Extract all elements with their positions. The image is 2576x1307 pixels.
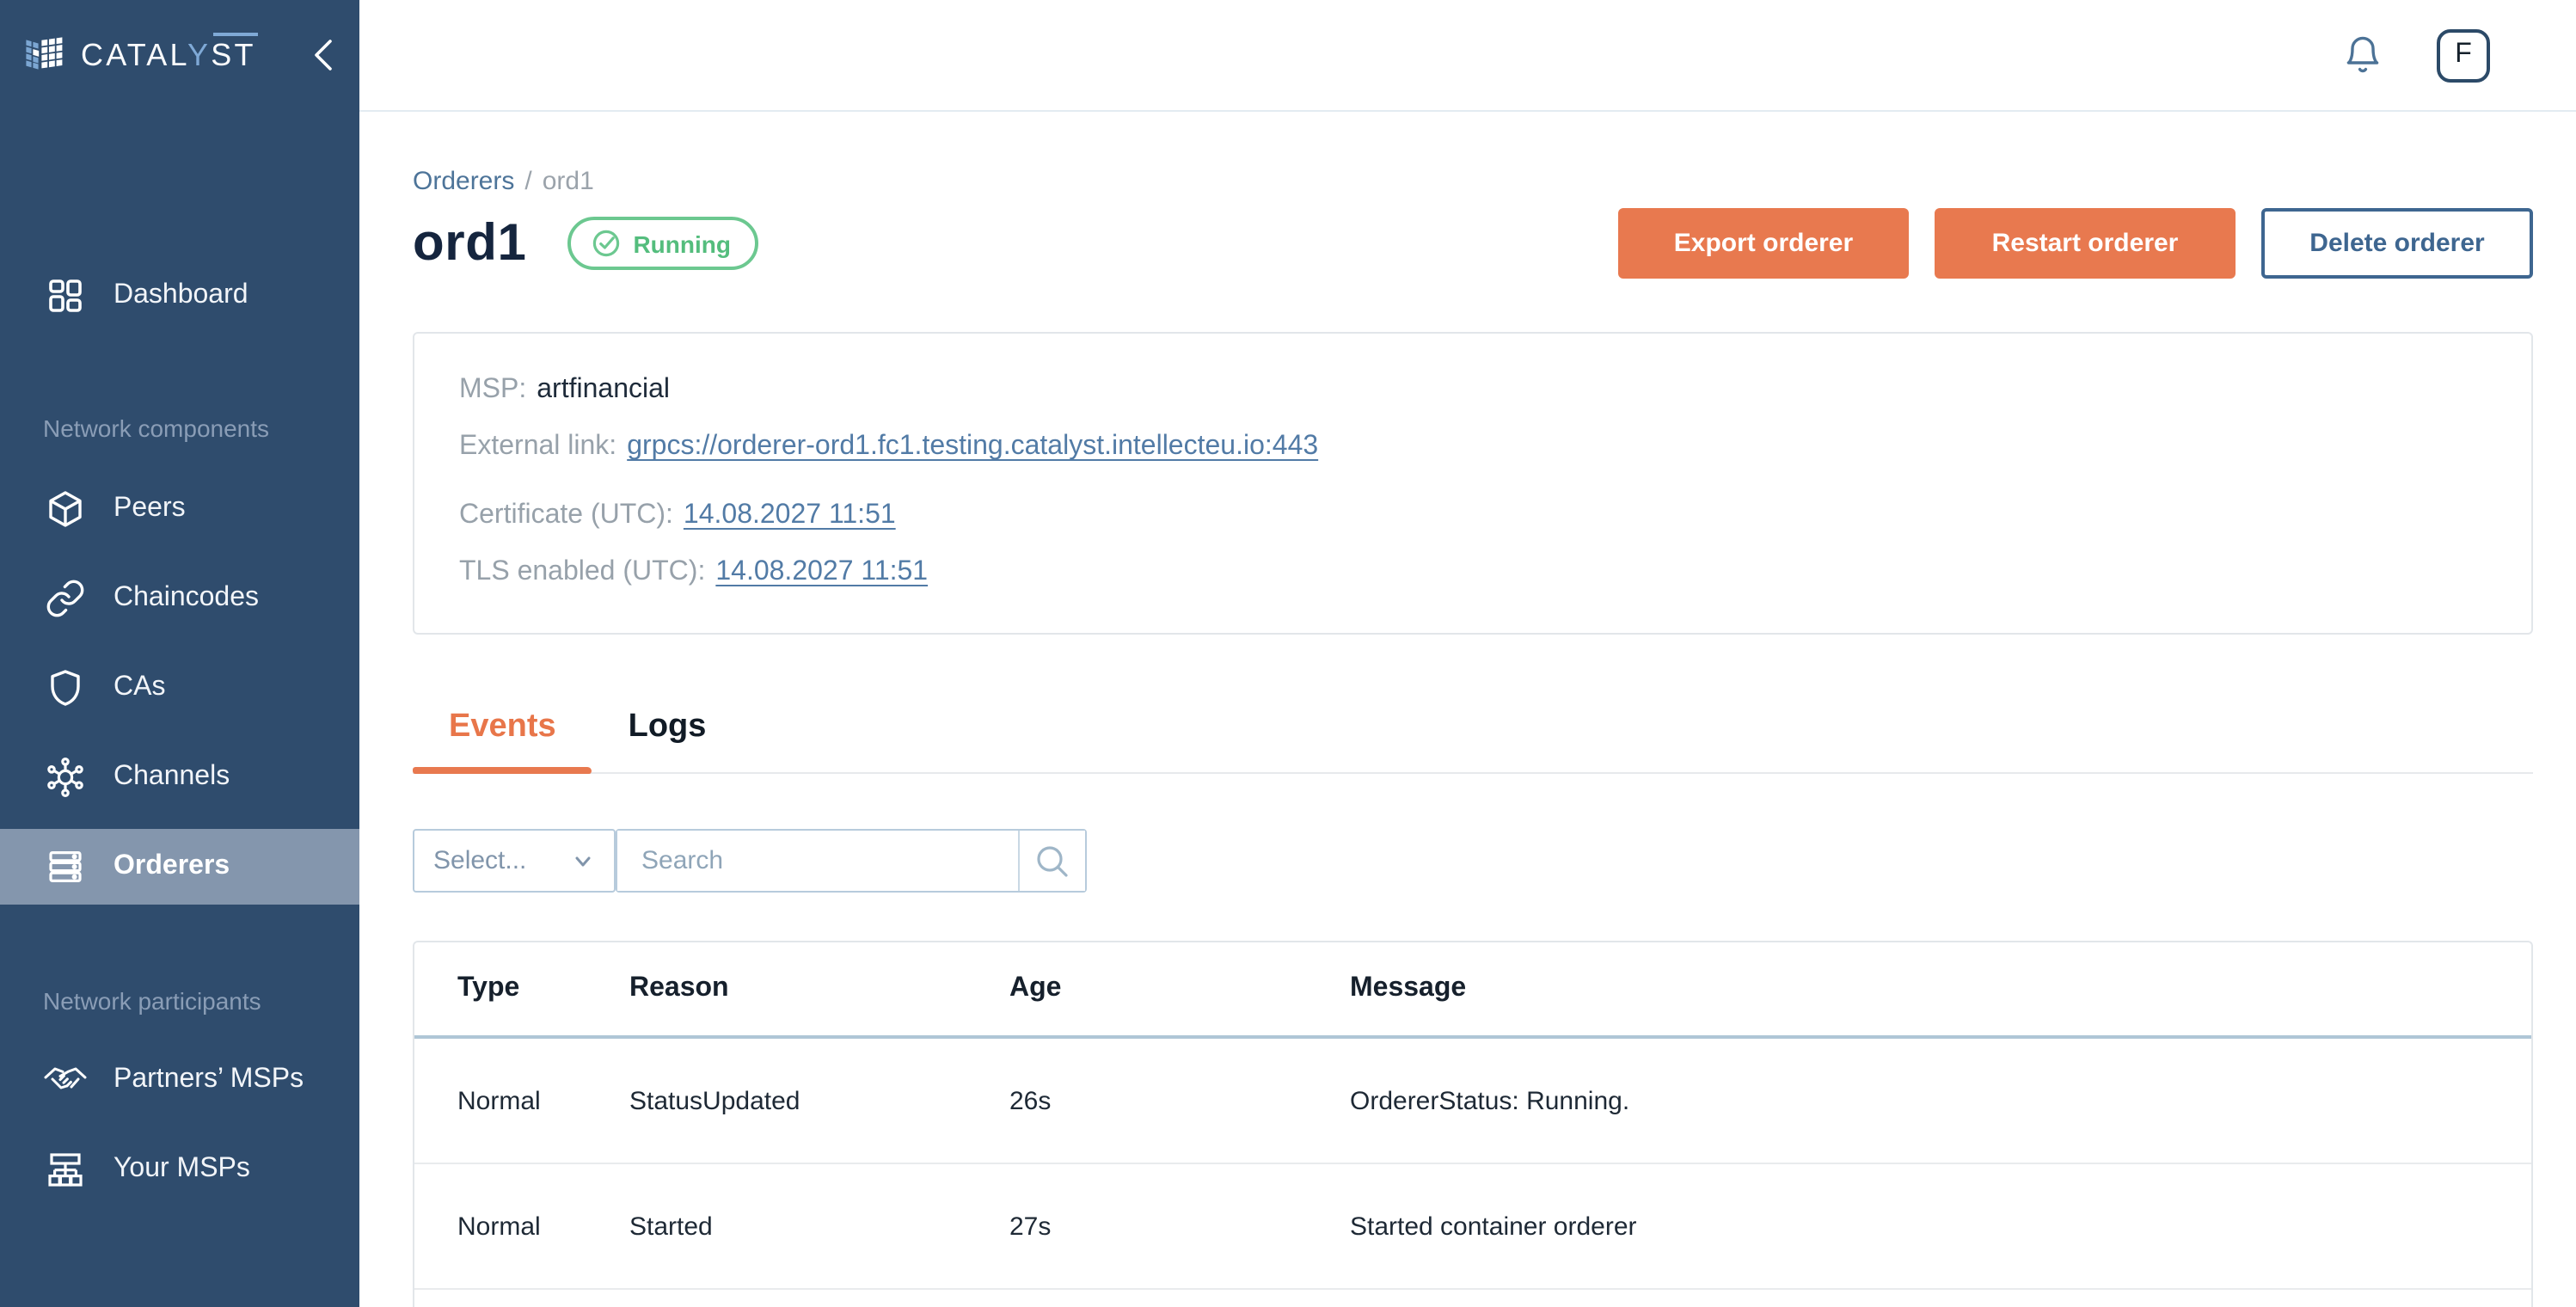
action-buttons: Export orderer Restart orderer Delete or…: [1618, 208, 2533, 279]
content: Orderers / ord1 ord1 Running Export orde…: [359, 112, 2576, 1307]
sidebar-section-network-participants: Network participants: [43, 987, 261, 1015]
breadcrumb-current: ord1: [542, 167, 594, 196]
sidebar-item-your-msps[interactable]: Your MSPs: [0, 1132, 359, 1207]
avatar-initial: F: [2455, 40, 2472, 69]
msp-row: MSP: artfinancial: [459, 375, 2487, 406]
cube-icon: [43, 487, 88, 531]
search-icon: [1037, 845, 1068, 876]
search-input[interactable]: [617, 831, 1018, 891]
msp-value: artfinancial: [537, 375, 670, 404]
sidebar-item-label: Your MSPs: [113, 1154, 250, 1183]
sidebar-item-label: Peers: [113, 494, 186, 523]
search-box: [616, 829, 1087, 893]
cell-reason: Started: [629, 1212, 713, 1241]
sidebar-item-orderers[interactable]: Orderers: [0, 829, 359, 905]
select-placeholder: Select...: [433, 846, 527, 875]
app-root: CATALYST Dashboard Network components Pe…: [0, 0, 2576, 1307]
breadcrumb: Orderers / ord1: [413, 167, 2533, 196]
sidebar-item-label: Chaincodes: [113, 583, 259, 612]
certificate-row: Certificate (UTC): 14.08.2027 11:51: [459, 500, 2487, 531]
topbar: F: [359, 0, 2576, 112]
cell-age: 27s: [1009, 1212, 1052, 1241]
filter-row: Select...: [413, 829, 2533, 893]
chain-link-icon: [43, 576, 88, 621]
table-row: Normal StatusUpdated 26s OrdererStatus: …: [414, 1039, 2531, 1164]
shield-icon: [43, 666, 88, 710]
event-type-select[interactable]: Select...: [413, 829, 616, 893]
chevron-left-icon: [315, 40, 332, 71]
main-area: F Orderers / ord1 ord1 Running Export or…: [359, 0, 2576, 1307]
catalyst-cube-icon: [26, 36, 63, 69]
sidebar-item-partners-msps[interactable]: Partners’ MSPs: [0, 1042, 359, 1118]
sidebar-item-peers[interactable]: Peers: [0, 471, 359, 547]
external-link-row: External link: grpcs://orderer-ord1.fc1.t…: [459, 432, 2487, 463]
cell-age: 26s: [1009, 1086, 1052, 1115]
tabs: Events Logs: [413, 709, 2533, 774]
tab-logs[interactable]: Logs: [592, 709, 743, 772]
breadcrumb-separator: /: [524, 167, 532, 196]
export-orderer-button[interactable]: Export orderer: [1618, 208, 1909, 279]
hierarchy-icon: [43, 1147, 88, 1192]
sidebar-item-label: Partners’ MSPs: [113, 1065, 304, 1094]
column-header-message: Message: [1350, 973, 1467, 1003]
tab-events[interactable]: Events: [413, 709, 593, 774]
events-table: Type Reason Age Message Normal StatusUpd…: [413, 941, 2533, 1307]
status-badge: Running: [567, 217, 758, 270]
column-header-reason: Reason: [629, 973, 729, 1003]
sidebar-item-label: Orderers: [113, 851, 230, 881]
sidebar-item-cas[interactable]: CAs: [0, 650, 359, 726]
table-row: [414, 1290, 2531, 1307]
bell-icon: [2346, 36, 2379, 73]
network-hub-icon: [43, 755, 88, 800]
cell-message: OrdererStatus: Running.: [1350, 1086, 1630, 1115]
cell-type: Normal: [457, 1212, 541, 1241]
sidebar-item-label: CAs: [113, 672, 166, 702]
check-circle-icon: [593, 230, 620, 257]
tls-date-link[interactable]: 14.08.2027 11:51: [715, 557, 928, 586]
handshake-icon: [43, 1058, 88, 1102]
title-row: ord1 Running Export orderer Restart orde…: [413, 208, 2533, 279]
cell-message: Started container orderer: [1350, 1212, 1637, 1241]
search-button[interactable]: [1018, 831, 1085, 891]
sidebar-item-label: Dashboard: [113, 280, 248, 310]
notifications-button[interactable]: [2342, 34, 2383, 76]
certificate-date-link[interactable]: 14.08.2027 11:51: [684, 500, 896, 530]
external-link-label: External link:: [459, 432, 617, 461]
dashboard-icon: [43, 273, 88, 318]
sidebar-item-label: Channels: [113, 762, 230, 791]
msp-label: MSP:: [459, 375, 527, 404]
user-avatar[interactable]: F: [2437, 28, 2490, 82]
breadcrumb-orderers-link[interactable]: Orderers: [413, 167, 514, 196]
orderer-info-card: MSP: artfinancial External link: grpcs://o…: [413, 332, 2533, 635]
logo-text: CATALYST: [81, 38, 256, 72]
column-header-type: Type: [457, 973, 520, 1003]
cell-reason: StatusUpdated: [629, 1086, 800, 1115]
sidebar: CATALYST Dashboard Network components Pe…: [0, 0, 359, 1307]
certificate-label: Certificate (UTC):: [459, 500, 673, 530]
logo-row: CATALYST: [0, 0, 359, 112]
status-label: Running: [633, 230, 731, 257]
chevron-down-icon: [575, 856, 591, 866]
tls-row: TLS enabled (UTC): 14.08.2027 11:51: [459, 557, 2487, 588]
sidebar-item-channels[interactable]: Channels: [0, 739, 359, 815]
sidebar-section-network-components: Network components: [43, 414, 270, 442]
cell-type: Normal: [457, 1086, 541, 1115]
events-table-header: Type Reason Age Message: [414, 942, 2531, 1039]
catalyst-logo[interactable]: CATALYST: [22, 34, 256, 78]
restart-orderer-button[interactable]: Restart orderer: [1935, 208, 2236, 279]
delete-orderer-button[interactable]: Delete orderer: [2261, 208, 2533, 279]
tls-label: TLS enabled (UTC):: [459, 557, 706, 586]
page-title: ord1: [413, 214, 527, 271]
sidebar-collapse-button[interactable]: [310, 38, 337, 72]
external-link[interactable]: grpcs://orderer-ord1.fc1.testing.catalys…: [627, 432, 1318, 461]
column-header-age: Age: [1009, 973, 1062, 1003]
sidebar-item-dashboard[interactable]: Dashboard: [0, 258, 359, 334]
server-stack-icon: [43, 844, 88, 889]
sidebar-item-chaincodes[interactable]: Chaincodes: [0, 561, 359, 636]
table-row: Normal Started 27s Started container ord…: [414, 1164, 2531, 1290]
